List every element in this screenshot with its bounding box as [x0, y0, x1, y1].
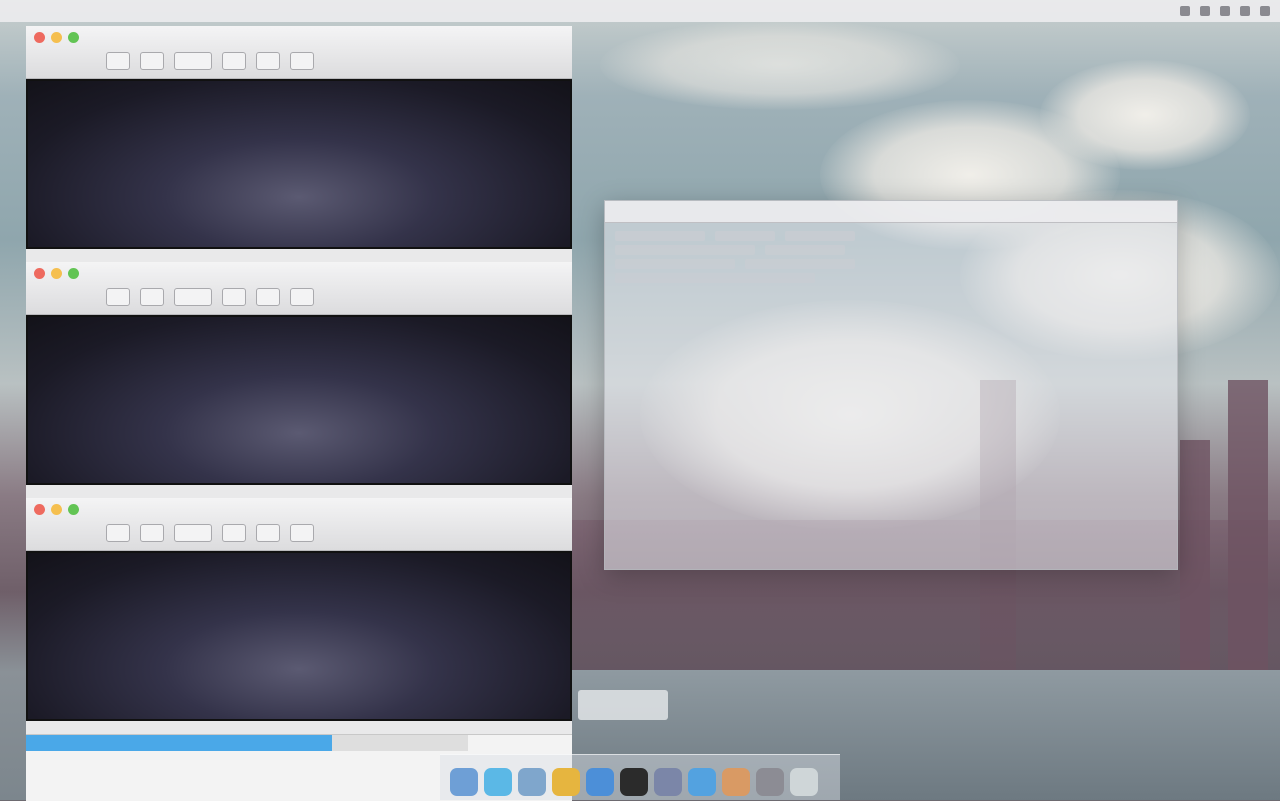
- maximize-icon[interactable]: [68, 504, 79, 515]
- toolbar-button[interactable]: [222, 288, 246, 306]
- terminal-screen[interactable]: [26, 551, 572, 721]
- photos-icon[interactable]: [722, 768, 750, 796]
- menu-bar: [0, 0, 1280, 22]
- floating-window[interactable]: [604, 200, 1178, 570]
- toolbar-button[interactable]: [256, 524, 280, 542]
- back-button[interactable]: [106, 52, 130, 70]
- cloud: [600, 20, 960, 110]
- toolbar-button[interactable]: [256, 52, 280, 70]
- forward-button[interactable]: [140, 288, 164, 306]
- content-row: [615, 273, 1167, 283]
- toolbar-button[interactable]: [290, 524, 314, 542]
- traffic-lights: [34, 32, 79, 43]
- floating-window-content: [605, 223, 1177, 295]
- tab-active[interactable]: [26, 735, 332, 751]
- toolbar-button[interactable]: [174, 52, 212, 70]
- back-button[interactable]: [106, 288, 130, 306]
- close-icon[interactable]: [34, 504, 45, 515]
- volume-icon[interactable]: [1200, 6, 1210, 16]
- terminal-screen[interactable]: [26, 315, 572, 485]
- battery-icon[interactable]: [1220, 6, 1230, 16]
- minimize-icon[interactable]: [51, 268, 62, 279]
- toolbar-button[interactable]: [174, 288, 212, 306]
- app-store-icon[interactable]: [586, 768, 614, 796]
- maximize-icon[interactable]: [68, 268, 79, 279]
- minimize-icon[interactable]: [51, 504, 62, 515]
- clock-icon[interactable]: [1240, 6, 1250, 16]
- traffic-lights: [34, 268, 79, 279]
- window-toolbar: [26, 262, 572, 315]
- terminal-window: [26, 262, 572, 485]
- minimize-icon[interactable]: [51, 32, 62, 43]
- terminal-window: [26, 26, 572, 249]
- forward-button[interactable]: [140, 524, 164, 542]
- terminal-screen[interactable]: [26, 79, 572, 249]
- toolbar-buttons: [106, 288, 314, 306]
- preferences-icon[interactable]: [756, 768, 784, 796]
- cloud: [1040, 60, 1250, 170]
- toolbar-button[interactable]: [256, 288, 280, 306]
- content-cell: [615, 259, 735, 269]
- tower: [1180, 440, 1210, 680]
- messages-icon[interactable]: [688, 768, 716, 796]
- maximize-icon[interactable]: [68, 32, 79, 43]
- content-cell: [715, 231, 775, 241]
- status-icons: [1180, 6, 1270, 16]
- dock: [440, 754, 840, 800]
- back-button[interactable]: [106, 524, 130, 542]
- content-cell: [615, 231, 705, 241]
- toolbar-buttons: [106, 524, 314, 542]
- pier: [578, 690, 668, 720]
- spotlight-icon[interactable]: [1260, 6, 1270, 16]
- tower: [1228, 380, 1268, 680]
- window-toolbar: [26, 26, 572, 79]
- content-row: [615, 231, 1167, 241]
- content-cell: [615, 273, 815, 283]
- terminal-output: [28, 317, 570, 325]
- content-row: [615, 245, 1167, 255]
- traffic-lights: [34, 504, 79, 515]
- content-cell: [615, 245, 755, 255]
- chrome-icon[interactable]: [552, 768, 580, 796]
- terminal-output: [28, 81, 570, 89]
- window-toolbar: [26, 498, 572, 551]
- content-cell: [745, 259, 855, 269]
- tab-inactive[interactable]: [332, 735, 468, 751]
- itunes-icon[interactable]: [654, 768, 682, 796]
- terminal-stack: [26, 26, 572, 801]
- toolbar-button[interactable]: [290, 288, 314, 306]
- terminal-icon[interactable]: [620, 768, 648, 796]
- finder-icon[interactable]: [450, 768, 478, 796]
- toolbar-buttons: [106, 52, 314, 70]
- toolbar-button[interactable]: [222, 52, 246, 70]
- safari-icon[interactable]: [484, 768, 512, 796]
- toolbar-button[interactable]: [290, 52, 314, 70]
- toolbar-button[interactable]: [222, 524, 246, 542]
- terminal-output: [28, 553, 570, 561]
- forward-button[interactable]: [140, 52, 164, 70]
- mail-icon[interactable]: [518, 768, 546, 796]
- close-icon[interactable]: [34, 268, 45, 279]
- toolbar-button[interactable]: [174, 524, 212, 542]
- content-cell: [785, 231, 855, 241]
- close-icon[interactable]: [34, 32, 45, 43]
- floating-window-titlebar: [605, 201, 1177, 223]
- tab-bar: [26, 735, 572, 751]
- terminal-window: [26, 498, 572, 721]
- content-cell: [765, 245, 845, 255]
- content-row: [615, 259, 1167, 269]
- trash-icon[interactable]: [790, 768, 818, 796]
- wifi-icon[interactable]: [1180, 6, 1190, 16]
